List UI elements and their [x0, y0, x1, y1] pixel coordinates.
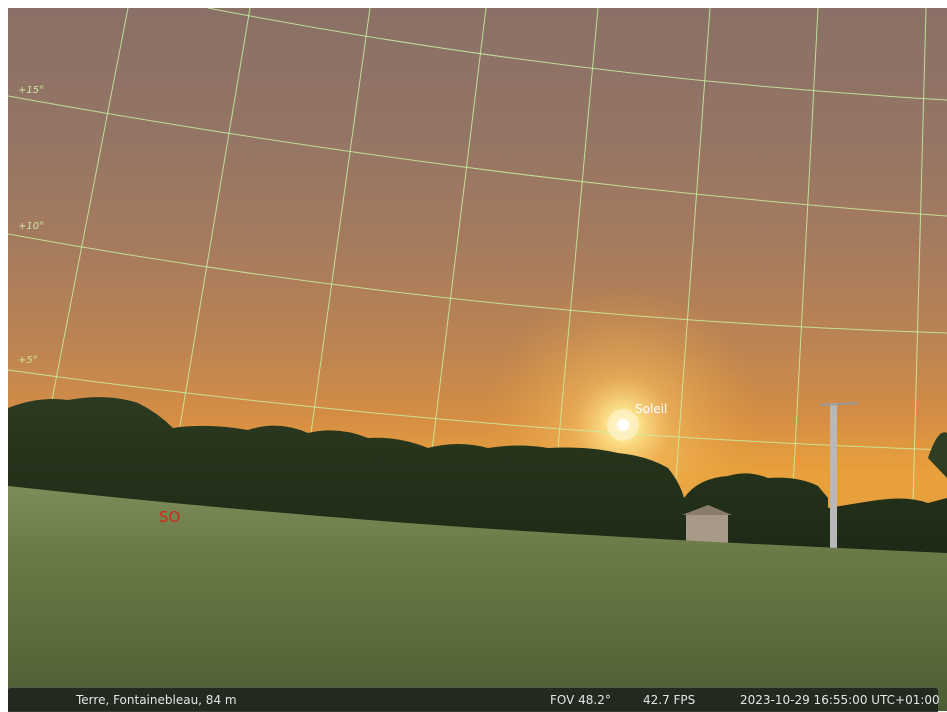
sky-viewport[interactable]: +15° +10° +5° Soleil SO	[8, 8, 947, 711]
utility-pole	[830, 403, 837, 553]
cardinal-point-southwest: SO	[159, 508, 181, 526]
altitude-label-10: +10°	[18, 221, 45, 232]
status-fps: 42.7 FPS	[643, 693, 696, 707]
stellarium-app: +15° +10° +5° Soleil SO Terre, Fontaineb…	[0, 0, 947, 712]
sun-label[interactable]: Soleil	[635, 402, 667, 416]
altitude-label-15: +15°	[18, 85, 45, 96]
house	[686, 513, 728, 545]
status-bar: Terre, Fontainebleau, 84 m FOV 48.2° 42.…	[8, 687, 940, 712]
sky-canvas[interactable]	[8, 8, 947, 711]
status-location: Terre, Fontainebleau, 84 m	[76, 693, 237, 707]
status-datetime: 2023-10-29 16:55:00 UTC+01:00	[740, 693, 940, 707]
status-fov: FOV 48.2°	[550, 693, 611, 707]
altitude-label-5: +5°	[18, 355, 38, 366]
